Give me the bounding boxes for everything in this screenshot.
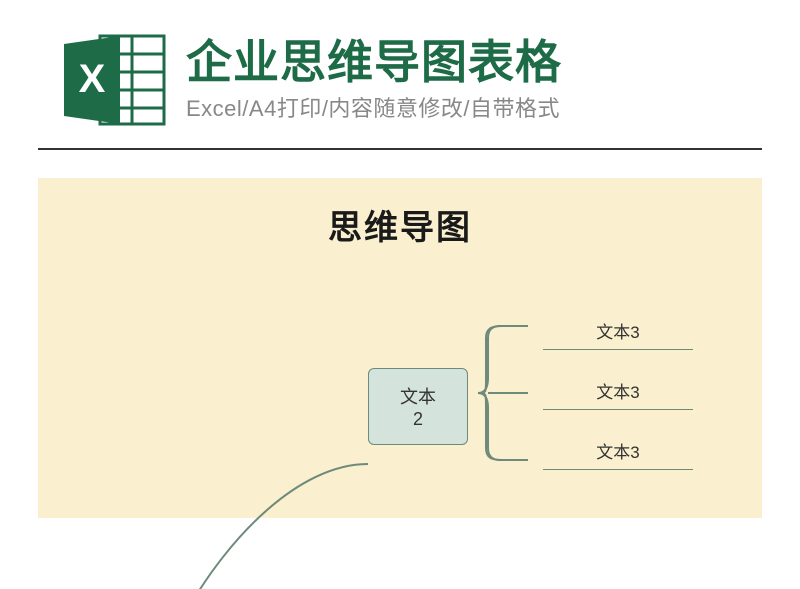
mindmap-leaf: 文本3: [543, 438, 693, 470]
mindmap-leaf: 文本3: [543, 318, 693, 350]
canvas-title: 思维导图: [38, 200, 762, 249]
header: X 企业思维导图表格 Excel/A4打印/内容随意修改/自带格式: [0, 0, 800, 148]
mindmap-leaf: 文本3: [543, 378, 693, 410]
divider: [38, 148, 762, 150]
bracket-icon: [468, 308, 538, 478]
excel-icon-letter: X: [79, 57, 106, 101]
page-title: 企业思维导图表格: [186, 37, 562, 88]
excel-icon: X: [60, 30, 170, 130]
page-subtitle: Excel/A4打印/内容随意修改/自带格式: [186, 91, 562, 123]
canvas-area: 思维导图 文本2 文本3 文本3 文本3: [38, 178, 762, 518]
mindmap-node-2: 文本2: [368, 368, 468, 445]
header-text: 企业思维导图表格 Excel/A4打印/内容随意修改/自带格式: [186, 37, 562, 124]
